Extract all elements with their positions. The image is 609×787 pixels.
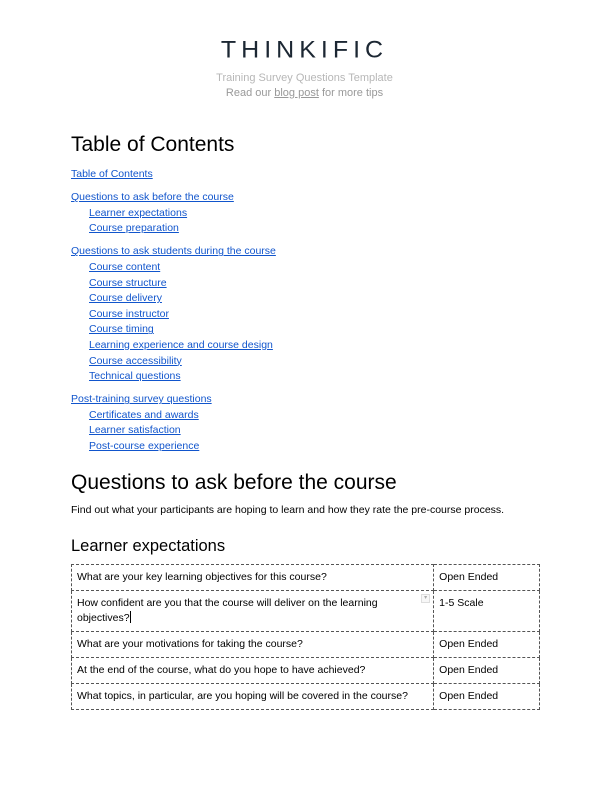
- logo-text: THINKIFIC: [220, 36, 389, 64]
- type-cell[interactable]: 1-5 Scale: [433, 590, 540, 632]
- question-cell[interactable]: What are your key learning objectives fo…: [70, 564, 435, 591]
- toc-link[interactable]: Post-training survey questions: [71, 392, 276, 408]
- table-row: At the end of the course, what do you ho…: [70, 657, 540, 684]
- chevron-down-icon[interactable]: ▾: [421, 594, 431, 603]
- thinkific-logo: THINKIFIC: [0, 36, 609, 65]
- question-cell[interactable]: At the end of the course, what do you ho…: [70, 657, 435, 684]
- blog-post-link[interactable]: blog post: [274, 87, 319, 99]
- table-row: What are your motivations for taking the…: [70, 631, 540, 658]
- question-cell[interactable]: How confident are you that the course wi…: [70, 590, 435, 632]
- toc-link[interactable]: Certificates and awards: [89, 408, 276, 424]
- tip-suffix: for more tips: [318, 87, 384, 99]
- table-row: What topics, in particular, are you hopi…: [70, 683, 540, 710]
- text-cursor: [129, 611, 131, 623]
- toc-link[interactable]: Course structure: [89, 276, 276, 292]
- tip-prefix: Read our: [225, 87, 275, 99]
- document-subtitle: Training Survey Questions Template: [216, 72, 393, 84]
- question-cell[interactable]: What are your motivations for taking the…: [70, 631, 435, 658]
- type-cell[interactable]: Open Ended: [433, 564, 540, 591]
- question-cell[interactable]: What topics, in particular, are you hopi…: [70, 683, 435, 710]
- table-row: How confident are you that the course wi…: [70, 590, 540, 632]
- questions-table: What are your key learning objectives fo…: [70, 564, 540, 710]
- toc-link[interactable]: Course accessibility: [89, 354, 276, 370]
- blog-tip: Read our blog post for more tips: [0, 87, 609, 99]
- type-cell[interactable]: Open Ended: [433, 657, 540, 684]
- table-row: What are your key learning objectives fo…: [70, 564, 540, 591]
- toc-link[interactable]: Table of Contents: [71, 167, 276, 183]
- toc-link[interactable]: Post-course experience: [89, 439, 276, 455]
- toc-link[interactable]: Learning experience and course design: [89, 338, 276, 354]
- section-heading: Questions to ask before the course: [71, 471, 397, 494]
- section-intro: Find out what your participants are hopi…: [71, 504, 505, 516]
- type-cell[interactable]: Open Ended: [433, 683, 540, 710]
- toc-link[interactable]: Course preparation: [89, 221, 276, 237]
- toc-link[interactable]: Questions to ask students during the cou…: [71, 244, 276, 260]
- toc-link[interactable]: Technical questions: [89, 369, 276, 385]
- toc-link[interactable]: Questions to ask before the course: [71, 190, 276, 206]
- toc-heading: Table of Contents: [71, 133, 235, 156]
- toc-link[interactable]: Course delivery: [89, 291, 276, 307]
- toc-link[interactable]: Learner satisfaction: [89, 423, 276, 439]
- toc-link[interactable]: Course timing: [89, 322, 276, 338]
- toc-link[interactable]: Course instructor: [89, 307, 276, 323]
- toc-link[interactable]: Learner expectations: [89, 206, 276, 222]
- table-of-contents: Table of Contents Questions to ask befor…: [71, 167, 276, 455]
- subsection-heading: Learner expectations: [71, 537, 226, 555]
- toc-link[interactable]: Course content: [89, 260, 276, 276]
- question-text: How confident are you that the course wi…: [77, 597, 378, 624]
- type-cell[interactable]: Open Ended: [433, 631, 540, 658]
